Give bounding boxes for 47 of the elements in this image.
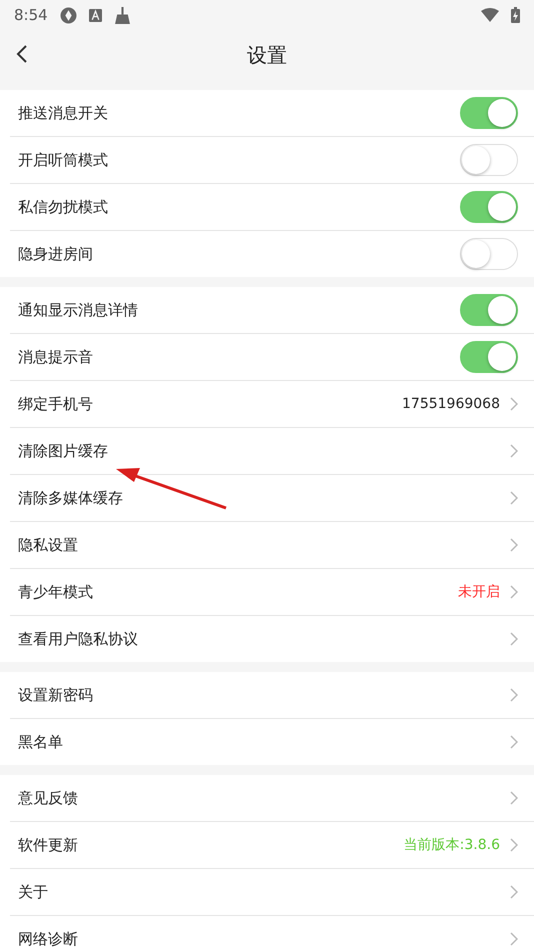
toggle-switch[interactable] — [460, 191, 518, 223]
row-value: 当前版本:3.8.6 — [404, 836, 500, 854]
row-value: 17551969068 — [402, 396, 500, 412]
back-icon[interactable] — [16, 44, 28, 64]
row-label: 开启听筒模式 — [18, 150, 109, 170]
row-label[interactable]: 绑定手机号 — [18, 394, 402, 414]
chevron-icon — [510, 688, 518, 702]
row-label[interactable]: 查看用户隐私协议 — [18, 630, 510, 648]
chevron-icon — [510, 444, 518, 458]
row-label[interactable]: 设置新密码 — [18, 686, 510, 704]
row-label[interactable]: 网络诊断 — [18, 930, 510, 948]
wifi-icon — [481, 8, 499, 22]
row-label[interactable]: 关于 — [18, 882, 510, 902]
page-title: 设置 — [247, 42, 287, 68]
toggle-switch[interactable] — [460, 294, 518, 326]
status-time: 8:54 — [14, 6, 48, 24]
chevron-icon — [510, 397, 518, 411]
chevron-icon — [510, 585, 518, 599]
chevron-icon — [510, 791, 518, 805]
row-label[interactable]: 意见反馈 — [18, 788, 510, 808]
row-label: 消息提示音 — [18, 348, 94, 366]
row-label: 私信勿扰模式 — [18, 198, 109, 216]
row-label: 通知显示消息详情 — [18, 300, 139, 320]
chevron-icon — [510, 932, 518, 946]
row-label[interactable]: 软件更新 — [18, 836, 404, 854]
row-label[interactable]: 清除图片缓存 — [18, 442, 510, 460]
row-label[interactable]: 清除多媒体缓存 — [18, 488, 510, 508]
row-label: 推送消息开关 — [18, 104, 109, 122]
chevron-icon — [510, 538, 518, 552]
aperture-icon — [60, 6, 77, 24]
chevron-icon — [510, 632, 518, 646]
keyboard-icon — [88, 8, 102, 22]
toggle-switch[interactable] — [460, 97, 518, 129]
row-label[interactable]: 青少年模式 — [18, 582, 458, 602]
row-value: 未开启 — [458, 583, 500, 601]
chevron-icon — [510, 885, 518, 899]
battery-icon — [511, 7, 520, 23]
row-label[interactable]: 黑名单 — [18, 732, 510, 752]
toggle-switch[interactable] — [460, 144, 518, 176]
chevron-icon — [510, 735, 518, 749]
toggle-switch[interactable] — [460, 238, 518, 270]
chevron-icon — [510, 838, 518, 852]
toggle-switch[interactable] — [460, 341, 518, 373]
chevron-icon — [510, 491, 518, 505]
broom-icon — [114, 6, 131, 24]
row-label: 隐身进房间 — [18, 244, 94, 264]
row-label[interactable]: 隐私设置 — [18, 536, 510, 554]
